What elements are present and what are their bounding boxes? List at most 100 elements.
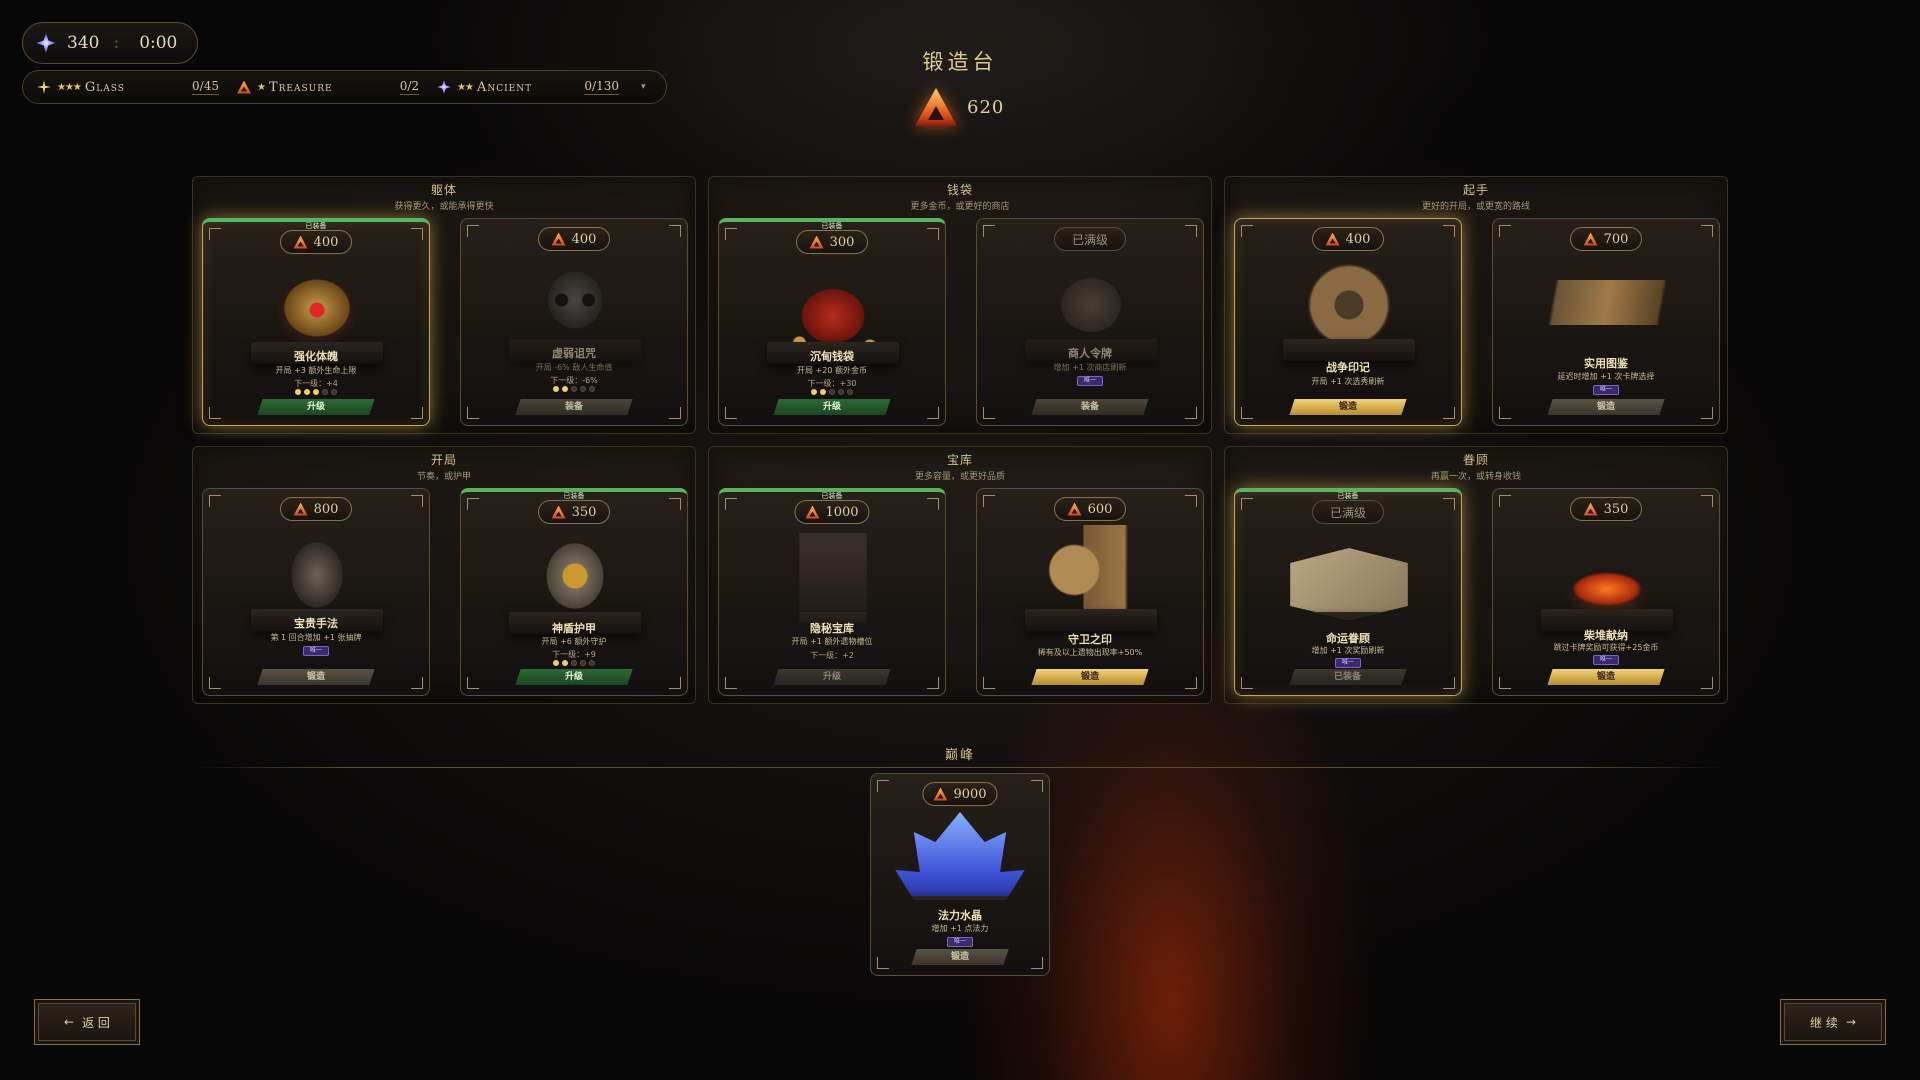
merchant-token-icon <box>1007 255 1175 361</box>
button-label: 锻造 <box>950 952 969 962</box>
unique-tag: 唯一 <box>1593 655 1619 665</box>
card-name: 法力水晶 <box>938 909 982 922</box>
back-button[interactable]: ← 返 回 <box>34 999 140 1045</box>
glass-count: 0/45 <box>192 79 219 95</box>
section-subtitle: 获得更久，或能承得更快 <box>394 202 494 212</box>
upgrade-card-heavy-purse[interactable]: 已装备 300 沉甸钱袋 开局 +20 额外金币 下一级：+30 升级 <box>718 218 946 426</box>
upgrade-card-pyre-offering[interactable]: 350 柴堆献纳 跳过卡牌奖励可获得+25金币 唯一 锻造 <box>1492 488 1720 696</box>
treasure-label: Treasure <box>268 79 333 95</box>
coin-bag-icon <box>749 258 917 364</box>
ember-cost-icon <box>1584 233 1598 246</box>
button-label: 锻造 <box>1338 402 1357 412</box>
upgrade-card-guardian-seal[interactable]: 600 守卫之印 稀有及以上遗物出现率+50% 锻造 <box>976 488 1204 696</box>
button-label: 锻造 <box>1596 672 1615 682</box>
equip-button[interactable]: 装备 <box>1031 399 1149 415</box>
upgrade-card-aegis-armor[interactable]: 已装备 350 神盾护甲 开局 +6 额外守护 下一级：+9 升级 <box>460 488 688 696</box>
arrow-right-icon: → <box>1845 1015 1856 1029</box>
equip-button[interactable]: 装备 <box>515 399 633 415</box>
ember-cost-icon <box>1068 503 1082 516</box>
level-pips <box>461 660 687 666</box>
section-subtitle: 节奏，或护甲 <box>416 472 471 482</box>
scroll-icon <box>1523 280 1691 325</box>
section-subtitle: 更多容量，或更好品质 <box>914 472 1005 482</box>
fire-bowl-icon <box>1523 525 1691 631</box>
card-name: 沉甸钱袋 <box>810 350 854 363</box>
forge-button[interactable]: 锻造 <box>1547 669 1665 685</box>
page-title: 锻造台 <box>922 50 998 74</box>
section-title: 开局 <box>430 453 457 467</box>
card-name: 宝贵手法 <box>294 617 338 630</box>
button-label: 装备 <box>564 402 583 412</box>
seal-stamp-icon <box>1007 525 1175 631</box>
shield-icon <box>491 528 659 634</box>
card-next-level: 下一级：+2 <box>810 651 854 660</box>
button-label: 锻造 <box>306 672 325 682</box>
upgrade-card-practical-codex[interactable]: 700 实用图鉴 延迟时增加 +1 次卡牌选择 唯一 锻造 <box>1492 218 1720 426</box>
cost-value: 400 <box>571 231 597 247</box>
forge-button[interactable]: 锻造 <box>911 949 1009 965</box>
upgrade-button[interactable]: 升级 <box>257 399 375 415</box>
upgrade-button[interactable]: 升级 <box>773 399 891 415</box>
section-subtitle: 更好的开局，或更宽的路线 <box>1421 202 1530 212</box>
cost-value: 300 <box>829 234 855 250</box>
heart-amulet-icon <box>233 258 401 364</box>
upgrade-card-hidden-vault[interactable]: 已装备 1000 隐秘宝库 开局 +1 额外遗物槽位 下一级：+2 升级 <box>718 488 946 696</box>
forge-button[interactable]: 锻造 <box>1547 399 1665 415</box>
forge-button[interactable]: 锻造 <box>257 669 375 685</box>
upgrade-card-fate-favor[interactable]: 已装备 已满级 命运眷顾 增加 +1 次奖励刷新 唯一 已装备 <box>1234 488 1462 696</box>
card-name: 虚弱诅咒 <box>552 347 596 360</box>
card-desc: 开局 +1 次选秀刷新 <box>1311 377 1385 386</box>
cost-badge: 600 <box>1054 497 1126 521</box>
card-name: 柴堆献纳 <box>1584 629 1628 642</box>
forge-button[interactable]: 锻造 <box>1031 669 1149 685</box>
button-label: 升级 <box>306 402 325 412</box>
equipped-button[interactable]: 已装备 <box>1289 669 1407 685</box>
forge-currency: 620 <box>915 88 1004 126</box>
unique-tag: 唯一 <box>947 937 973 947</box>
card-name: 强化体魄 <box>294 350 338 363</box>
cost-value: 已满级 <box>1071 232 1108 247</box>
card-desc: 跳过卡牌奖励可获得+25金币 <box>1553 643 1659 652</box>
card-desc: 增加 +1 次商店刷新 <box>1053 363 1127 372</box>
forge-button[interactable]: 锻造 <box>1289 399 1407 415</box>
cost-badge: 350 <box>1570 497 1642 521</box>
upgrade-card-mana-crystal[interactable]: 9000 法力水晶 增加 +1 点法力 唯一 锻造 <box>870 773 1050 976</box>
card-desc: 开局 +3 额外生命上限 <box>275 366 357 375</box>
cost-badge: 800 <box>280 497 352 521</box>
unique-tag: 唯一 <box>1593 385 1619 395</box>
continue-button[interactable]: 继 续 → <box>1780 999 1886 1045</box>
card-name: 隐秘宝库 <box>810 622 854 635</box>
card-desc: 开局 -6% 敌人生命值 <box>535 363 613 372</box>
upgrade-card-war-mark[interactable]: 400 战争印记 开局 +1 次选秀刷新 锻造 <box>1234 218 1462 426</box>
button-label: 升级 <box>564 672 583 682</box>
unique-tag: 唯一 <box>303 646 329 656</box>
collection-treasure: ★ Treasure 0/2 <box>237 79 437 95</box>
skull-icon <box>491 255 659 361</box>
currency-amount: 620 <box>967 96 1005 118</box>
upgrade-card-weakness-curse[interactable]: 400 虚弱诅咒 开局 -6% 敌人生命值 下一级：-6% 装备 <box>460 218 688 426</box>
section-subtitle: 更多金币，或更好的商店 <box>910 202 1010 212</box>
cost-value: 700 <box>1603 231 1629 247</box>
button-label: 锻造 <box>1596 402 1615 412</box>
card-next-level: 下一级：-6% <box>550 376 598 385</box>
ember-cost-icon <box>1326 233 1340 246</box>
section-title: 起手 <box>1462 183 1489 197</box>
mana-crystal-icon <box>895 812 1025 900</box>
cost-value: 已满级 <box>1329 505 1366 520</box>
arrow-left-icon: ← <box>64 1015 75 1029</box>
dice-icon <box>1290 548 1408 620</box>
upgrade-card-precious-technique[interactable]: 800 宝贵手法 第 1 回合增加 +1 张抽牌 唯一 锻造 <box>202 488 430 696</box>
cost-value: 400 <box>313 234 339 250</box>
chevron-down-icon[interactable]: ▾ <box>641 82 646 92</box>
card-name: 战争印记 <box>1326 361 1370 374</box>
pinnacle-divider <box>192 767 1728 768</box>
upgrade-card-fortified-body[interactable]: 已装备 400 强化体魄 开局 +3 额外生命上限 下一级：+4 升级 <box>202 218 430 426</box>
cost-badge: 已满级 <box>1312 500 1384 524</box>
card-desc: 第 1 回合增加 +1 张抽牌 <box>270 633 362 642</box>
cost-badge: 350 <box>538 500 610 524</box>
upgrade-button[interactable]: 升级 <box>515 669 633 685</box>
upgrade-card-merchant-token[interactable]: 已满级 商人令牌 增加 +1 次商店刷新 唯一 装备 <box>976 218 1204 426</box>
cost-value: 9000 <box>953 786 987 802</box>
upgrade-button[interactable]: 升级 <box>773 669 891 685</box>
card-name: 守卫之印 <box>1068 633 1112 646</box>
